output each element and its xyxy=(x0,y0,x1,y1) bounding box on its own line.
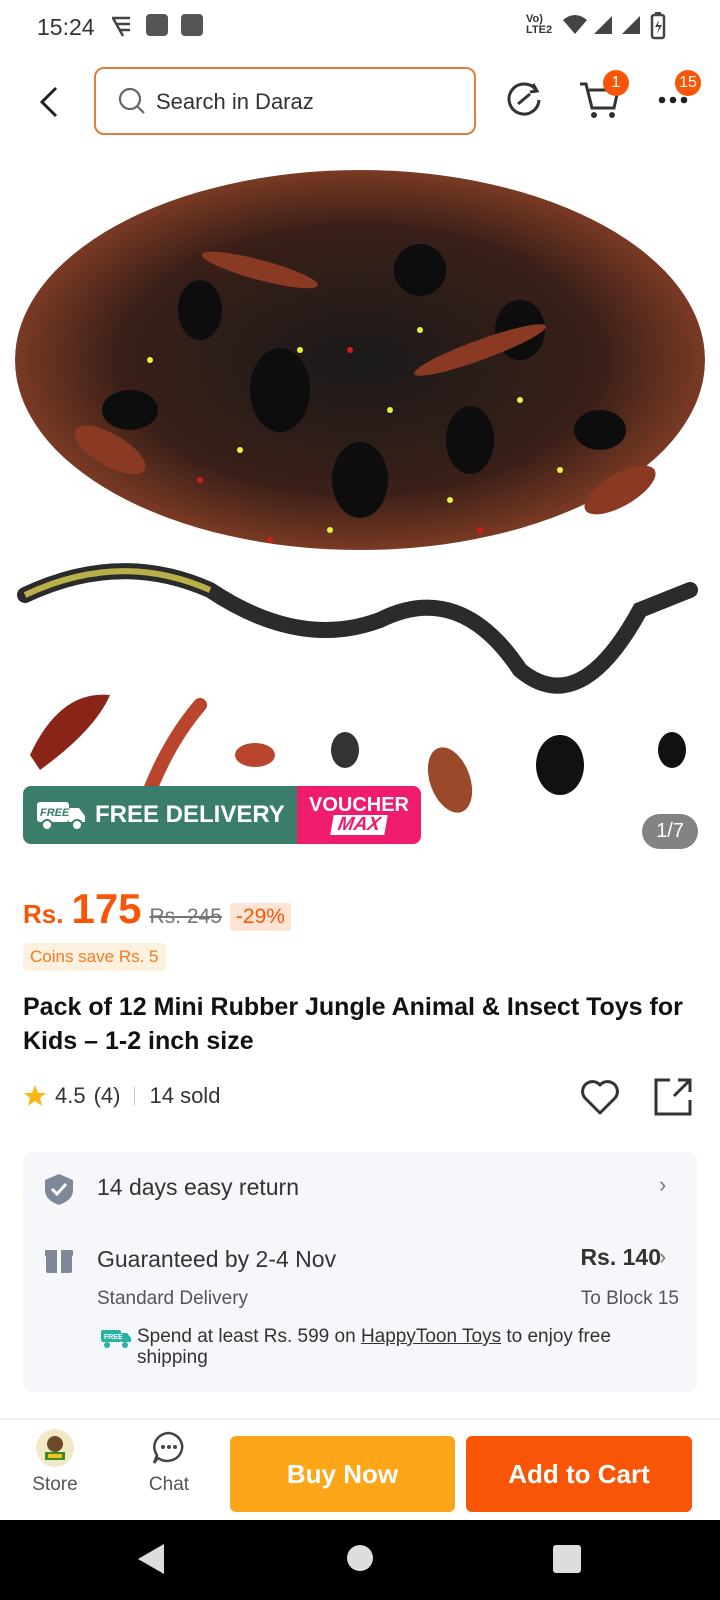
rating-value: 4.5 xyxy=(55,1083,86,1108)
chevron-right-icon: › xyxy=(659,1244,667,1269)
coins-save-badge: Coins save Rs. 5 xyxy=(23,943,166,971)
cart-button[interactable]: 1 xyxy=(578,70,629,122)
chat-label: Chat xyxy=(148,1474,190,1495)
nav-back-icon[interactable] xyxy=(136,1542,166,1576)
delivery-row[interactable]: Guaranteed by 2-4 Nov Rs. 140 › Standard… xyxy=(23,1222,697,1392)
wifi-icon xyxy=(563,15,587,34)
free-shipping-note: Spend at least Rs. 599 on HappyToon Toys… xyxy=(137,1326,677,1368)
nav-recents-icon[interactable] xyxy=(552,1544,582,1574)
store-logo-icon xyxy=(36,1429,74,1467)
chat-bubble-icon xyxy=(152,1431,184,1464)
top-header: Search in Daraz 1 15 xyxy=(0,54,720,150)
free-tag-text: FREE xyxy=(40,807,70,819)
store-button[interactable]: Store xyxy=(10,1428,100,1496)
status-bar: 15:24 Vo) LTE2 xyxy=(0,0,720,54)
back-arrow-icon[interactable] xyxy=(30,82,70,122)
delivery-fee: Rs. 140 xyxy=(580,1244,661,1270)
product-image xyxy=(15,170,705,813)
data-saver-icon xyxy=(111,16,130,37)
rating-count: (4) xyxy=(93,1083,121,1108)
status-time: 15:24 xyxy=(37,14,95,40)
notification-icon xyxy=(181,14,203,36)
chevron-right-icon: › xyxy=(659,1172,667,1197)
rating-row[interactable]: 4.5 (4) 14 sold xyxy=(23,1083,220,1109)
voucher-label: VOUCHER xyxy=(308,794,409,816)
product-image-gallery[interactable]: FREE FREE DELIVERY VOUCHER MAX 1/7 xyxy=(0,150,720,862)
easy-return-row[interactable]: 14 days easy return › xyxy=(23,1152,697,1222)
search-icon xyxy=(118,87,145,114)
search-placeholder: Search in Daraz xyxy=(156,89,314,114)
recent-history-icon[interactable] xyxy=(502,78,546,122)
more-menu-button[interactable]: 15 xyxy=(656,70,701,122)
currency-label: Rs. xyxy=(23,899,64,929)
easy-return-label: 14 days easy return xyxy=(97,1174,300,1200)
free-delivery-tag: FREE FREE DELIVERY xyxy=(23,786,297,844)
buy-now-button[interactable]: Buy Now xyxy=(230,1436,455,1512)
signal-icon xyxy=(622,16,640,34)
star-icon xyxy=(24,1085,46,1106)
discount-badge: -29% xyxy=(229,903,291,931)
sold-count: 14 sold xyxy=(149,1083,221,1108)
voucher-max-tag: VOUCHER MAX xyxy=(297,786,421,844)
cart-count-badge: 1 xyxy=(603,70,629,96)
store-label: Store xyxy=(32,1474,78,1495)
image-counter: 1/7 xyxy=(642,814,698,849)
free-delivery-label: FREE DELIVERY xyxy=(95,801,285,828)
delivery-services-card: 14 days easy return › Guaranteed by 2-4 … xyxy=(23,1152,697,1392)
delivery-type: Standard Delivery xyxy=(97,1288,249,1309)
delivery-truck-icon: FREE xyxy=(37,802,85,831)
free-shipping-truck-icon: FREE xyxy=(101,1330,131,1348)
divider xyxy=(134,1086,136,1106)
shield-check-icon xyxy=(45,1174,73,1205)
max-label: MAX xyxy=(330,814,388,835)
share-icon[interactable] xyxy=(652,1076,694,1118)
free-shipping-prefix: Spend at least Rs. 599 on xyxy=(137,1326,356,1347)
delivery-guarantee-label: Guaranteed by 2-4 Nov xyxy=(97,1246,337,1272)
system-navigation-bar xyxy=(0,1520,720,1600)
add-to-cart-button[interactable]: Add to Cart xyxy=(466,1436,692,1512)
search-input[interactable]: Search in Daraz xyxy=(94,67,476,135)
wishlist-heart-icon[interactable] xyxy=(580,1078,620,1116)
product-title: Pack of 12 Mini Rubber Jungle Animal & I… xyxy=(23,993,683,1055)
store-link[interactable]: HappyToon Toys xyxy=(361,1326,501,1347)
price-row: Rs. 175 Rs. 245 -29% xyxy=(23,885,291,933)
promo-banner: FREE FREE DELIVERY VOUCHER MAX xyxy=(23,786,421,844)
message-count-badge: 15 xyxy=(675,70,701,96)
original-price: Rs. 245 xyxy=(149,905,222,928)
notification-icon xyxy=(146,14,168,36)
chat-button[interactable]: Chat xyxy=(124,1428,214,1496)
signal-icon xyxy=(594,16,612,34)
nav-home-icon[interactable] xyxy=(346,1544,374,1572)
network-label: Vo) LTE2 xyxy=(526,13,553,36)
current-price: 175 xyxy=(71,885,142,932)
free-badge-text: FREE xyxy=(104,1334,123,1341)
package-icon xyxy=(45,1250,73,1273)
bottom-action-bar: Store Chat Buy Now Add to Cart xyxy=(0,1420,720,1520)
delivery-location: To Block 15 xyxy=(580,1288,679,1309)
battery-icon xyxy=(650,12,666,40)
